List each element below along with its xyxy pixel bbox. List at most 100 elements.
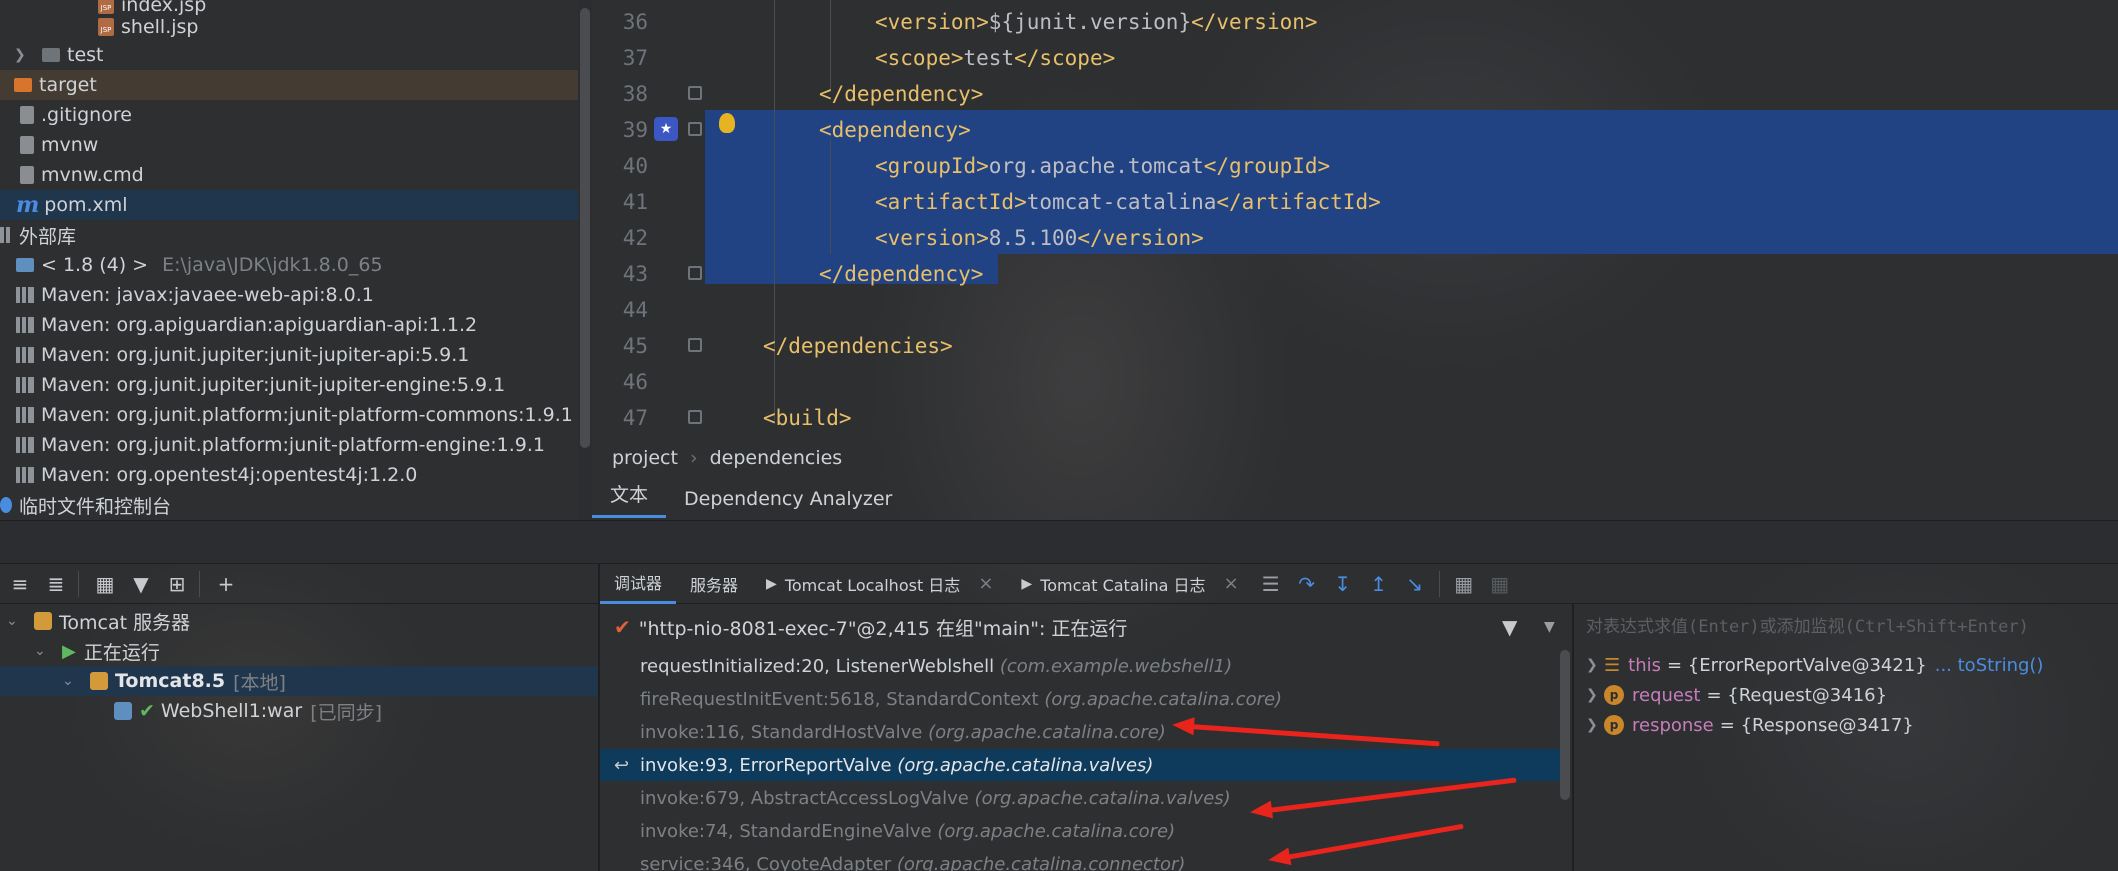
tomcat-icon xyxy=(34,612,52,630)
breadcrumb-item[interactable]: project xyxy=(612,447,678,469)
stack-frame[interactable]: requestInitialized:20, ListenerWeblshell… xyxy=(600,650,1570,682)
run-to-cursor-icon[interactable]: ↘ xyxy=(1397,566,1433,602)
tab-tomcat-catalina-log[interactable]: ▶ Tomcat Catalina 日志 × xyxy=(1007,564,1252,604)
fold-marker-icon[interactable] xyxy=(688,122,702,136)
code-line: 47 <build> xyxy=(622,406,852,430)
close-icon[interactable]: × xyxy=(978,573,993,594)
library-icon xyxy=(16,317,34,333)
service-item[interactable]: ✔ WebShell1:war [已同步] xyxy=(0,696,598,726)
tree-item[interactable]: Maven: org.opentest4j:opentest4j:1.2.0 xyxy=(0,460,578,490)
variable-row[interactable]: ❯ p response = {Response@3417} xyxy=(1586,710,1914,740)
breadcrumb-item[interactable]: dependencies xyxy=(710,447,843,469)
frames-scrollbar[interactable] xyxy=(1560,650,1570,800)
tab-tomcat-localhost-log[interactable]: ▶ Tomcat Localhost 日志 × xyxy=(752,564,1007,604)
step-into-icon[interactable]: ↧ xyxy=(1325,566,1361,602)
chevron-right-icon[interactable]: ❯ xyxy=(1586,717,1604,733)
chevron-right-icon[interactable]: ❯ xyxy=(1586,687,1604,703)
lightbulb-icon[interactable] xyxy=(719,113,735,133)
tree-item[interactable]: Maven: org.junit.jupiter:junit-jupiter-a… xyxy=(0,340,578,370)
code-line: 45 </dependencies> xyxy=(622,334,953,358)
stack-frame-selected[interactable]: ↩ invoke:93, ErrorReportValve (org.apach… xyxy=(600,749,1570,781)
file-icon xyxy=(20,106,34,124)
tree-item-selected[interactable]: m pom.xml xyxy=(0,190,578,220)
debugger-tabs: 调试器 服务器 ▶ Tomcat Localhost 日志 × ▶ Tomcat… xyxy=(600,564,2118,604)
tree-item[interactable]: .gitignore xyxy=(0,100,578,130)
tree-item[interactable]: Maven: org.apiguardian:apiguardian-api:1… xyxy=(0,310,578,340)
stack-frames: requestInitialized:20, ListenerWeblshell… xyxy=(600,650,1570,871)
chevron-down-icon[interactable]: ▼ xyxy=(1544,619,1555,635)
tree-item[interactable]: Maven: org.junit.platform:junit-platform… xyxy=(0,400,578,430)
group-by-icon[interactable]: ▦ xyxy=(89,568,121,600)
code-line: 40 <groupId>org.apache.tomcat</groupId> xyxy=(622,154,1331,178)
fold-marker-icon[interactable] xyxy=(688,266,702,280)
tree-item[interactable]: < 1.8 (4) > E:\java\JDK\jdk1.8.0_65 xyxy=(0,250,578,280)
chevron-down-icon[interactable]: ⌄ xyxy=(62,673,80,689)
chevron-right-icon: › xyxy=(689,447,698,469)
chevron-down-icon[interactable]: ⌄ xyxy=(6,613,24,629)
tree-item[interactable]: ❯ test xyxy=(0,40,578,70)
tree-scrollbar[interactable] xyxy=(580,8,590,448)
variable-row[interactable]: ❯ ☰ this = {ErrorReportValve@3421} ... t… xyxy=(1586,650,2043,680)
filter-icon[interactable]: ▼ xyxy=(125,568,157,600)
panel-divider[interactable] xyxy=(0,520,2118,564)
variables-splitter[interactable] xyxy=(1572,604,1574,871)
log-icon: ▶ xyxy=(766,575,777,592)
tree-item[interactable]: Maven: javax:javaee-web-api:8.0.1 xyxy=(0,280,578,310)
tree-item[interactable]: target xyxy=(0,70,578,100)
stack-frame[interactable]: invoke:679, AbstractAccessLogValve (org.… xyxy=(600,782,1570,814)
stack-frame[interactable]: service:346, CoyoteAdapter (org.apache.c… xyxy=(600,848,1570,871)
chevron-right-icon[interactable]: ❯ xyxy=(1586,657,1604,673)
toolbar-separator xyxy=(199,570,200,597)
library-icon xyxy=(16,407,34,423)
add-icon[interactable]: + xyxy=(210,568,242,600)
tree-item[interactable]: 外部库 xyxy=(0,220,578,250)
code-editor[interactable]: 36 <version>${junit.version}</version> 3… xyxy=(592,0,2118,438)
maven-dependency-icon[interactable]: ★ xyxy=(654,117,678,141)
folder-icon xyxy=(14,78,32,92)
tab-server[interactable]: 服务器 xyxy=(676,564,752,604)
fold-marker-icon[interactable] xyxy=(688,86,702,100)
tree-item[interactable]: mvnw xyxy=(0,130,578,160)
tree-item[interactable]: JSP shell.jsp xyxy=(0,12,578,42)
parameter-icon: p xyxy=(1604,685,1624,705)
project-tree: JSP index.jsp JSP shell.jsp ❯ test targe… xyxy=(0,0,578,520)
fold-marker-icon[interactable] xyxy=(688,338,702,352)
expand-all-icon[interactable]: ≡ xyxy=(4,568,36,600)
service-item[interactable]: ⌄ Tomcat 服务器 xyxy=(0,606,598,636)
tree-item[interactable]: Maven: org.junit.jupiter:junit-jupiter-e… xyxy=(0,370,578,400)
thread-selector[interactable]: ✔ "http-nio-8081-exec-7"@2,415 在组"main":… xyxy=(600,610,1570,644)
service-item[interactable]: ⌄ ▶ 正在运行 xyxy=(0,636,598,666)
code-line: 44 xyxy=(622,298,648,322)
jdk-icon xyxy=(16,258,34,272)
tree-item[interactable]: Maven: org.junit.platform:junit-platform… xyxy=(0,430,578,460)
frames-icon[interactable]: ☰ xyxy=(1253,566,1289,602)
check-icon: ✔ xyxy=(614,615,631,639)
filter-icon[interactable]: ▼ xyxy=(1502,615,1517,639)
tree-item[interactable]: 临时文件和控制台 xyxy=(0,490,578,520)
tab-text[interactable]: 文本 xyxy=(592,480,667,518)
fold-marker-icon[interactable] xyxy=(688,410,702,424)
stack-frame[interactable]: fireRequestInitEvent:5618, StandardConte… xyxy=(600,683,1570,715)
tree-item[interactable]: mvnw.cmd xyxy=(0,160,578,190)
new-tab-icon[interactable]: ⊞ xyxy=(161,568,193,600)
watch-input[interactable]: 对表达式求值(Enter)或添加监视(Ctrl+Shift+Enter) xyxy=(1586,612,2029,637)
evaluate-icon[interactable]: ▦ xyxy=(1446,566,1482,602)
chevron-down-icon[interactable]: ⌄ xyxy=(34,643,52,659)
step-over-icon[interactable]: ↷ xyxy=(1289,566,1325,602)
toolbar-separator xyxy=(1438,570,1440,597)
file-icon xyxy=(20,166,34,184)
layout-icon[interactable]: ▦ xyxy=(1482,566,1518,602)
chevron-right-icon[interactable]: ❯ xyxy=(14,47,32,63)
step-out-icon[interactable]: ↥ xyxy=(1361,566,1397,602)
close-icon[interactable]: × xyxy=(1224,573,1239,594)
collapse-all-icon[interactable]: ≣ xyxy=(40,568,72,600)
folder-icon xyxy=(42,48,60,62)
tab-debugger[interactable]: 调试器 xyxy=(600,564,677,604)
return-icon: ↩ xyxy=(614,754,630,776)
variable-row[interactable]: ❯ p request = {Request@3416} xyxy=(1586,680,1887,710)
code-line: 43 </dependency> xyxy=(622,262,984,286)
code-line: 41 <artifactId>tomcat-catalina</artifact… xyxy=(622,190,1381,214)
service-item-selected[interactable]: ⌄ Tomcat8.5 [本地] xyxy=(0,666,598,696)
library-icon xyxy=(16,287,34,303)
tab-dependency-analyzer[interactable]: Dependency Analyzer xyxy=(666,488,910,518)
